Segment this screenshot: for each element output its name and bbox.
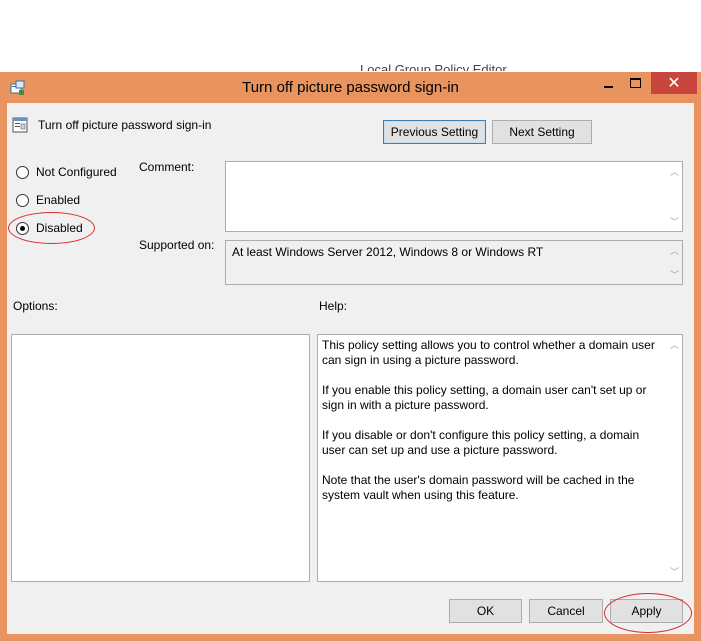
close-icon: ✕ — [667, 75, 681, 92]
radio-enabled-indicator[interactable] — [16, 193, 29, 207]
cancel-label: Cancel — [547, 604, 585, 618]
scroll-down-icon[interactable]: ﹀ — [670, 268, 679, 281]
scroll-up-icon[interactable]: ︿ — [670, 244, 679, 257]
background-window-title: Local Group Policy Editor — [360, 62, 507, 71]
supported-on-value: At least Windows Server 2012, Windows 8 … — [232, 245, 544, 259]
help-label: Help: — [319, 299, 348, 313]
radio-not-configured-indicator[interactable] — [16, 165, 29, 179]
help-scrollbar[interactable]: ︿ ﹀ — [666, 335, 682, 581]
maximize-icon — [629, 78, 641, 88]
supported-scrollbar[interactable]: ︿ ﹀ — [666, 241, 682, 284]
ok-label: OK — [476, 604, 495, 618]
help-panel: This policy setting allows you to contro… — [317, 334, 683, 582]
radio-enabled-label: Enabled — [36, 193, 81, 207]
policy-header: Turn off picture password sign-in — [12, 117, 211, 133]
title-bar[interactable]: Turn off picture password sign-in ✕ — [0, 72, 701, 103]
maximize-button[interactable] — [622, 72, 648, 94]
scroll-up-icon[interactable]: ︿ — [670, 338, 679, 351]
comment-textarea[interactable]: ︿ ﹀ — [225, 161, 683, 232]
dialog-client-area: Turn off picture password sign-in Previo… — [7, 103, 694, 634]
help-paragraph: If you enable this policy setting, a dom… — [322, 383, 647, 412]
next-setting-button[interactable]: Next Setting — [492, 120, 592, 144]
comment-label: Comment: — [139, 160, 195, 174]
annotation-circle-disabled — [8, 212, 95, 244]
scroll-down-icon[interactable]: ﹀ — [670, 565, 679, 578]
ok-button[interactable]: OK — [449, 599, 522, 623]
comment-scrollbar[interactable]: ︿ ﹀ — [666, 162, 682, 231]
minimize-icon — [603, 86, 613, 88]
supported-on-field: At least Windows Server 2012, Windows 8 … — [225, 240, 683, 285]
radio-enabled[interactable]: Enabled — [16, 193, 80, 207]
close-button[interactable]: ✕ — [651, 72, 697, 94]
scroll-up-icon[interactable]: ︿ — [670, 165, 679, 178]
help-text: This policy setting allows you to contro… — [322, 338, 662, 518]
policy-setting-icon — [12, 117, 28, 133]
help-paragraph: If you disable or don't configure this p… — [322, 428, 640, 457]
dialog-window: Turn off picture password sign-in ✕ Turn… — [0, 72, 701, 641]
previous-setting-button[interactable]: Previous Setting — [383, 120, 486, 144]
minimize-button[interactable] — [596, 72, 620, 94]
policy-name: Turn off picture password sign-in — [38, 118, 212, 132]
radio-not-configured[interactable]: Not Configured — [16, 165, 117, 179]
options-panel — [11, 334, 310, 582]
options-label: Options: — [13, 299, 58, 313]
radio-not-configured-label: Not Configured — [36, 165, 117, 179]
help-paragraph: Note that the user's domain password wil… — [322, 473, 635, 502]
cancel-button[interactable]: Cancel — [529, 599, 603, 623]
help-paragraph: This policy setting allows you to contro… — [322, 338, 655, 367]
scroll-down-icon[interactable]: ﹀ — [670, 215, 679, 228]
supported-on-label: Supported on: — [139, 238, 215, 252]
next-setting-label: Next Setting — [509, 125, 575, 139]
previous-setting-label: Previous Setting — [390, 125, 479, 139]
annotation-circle-apply — [604, 593, 692, 633]
